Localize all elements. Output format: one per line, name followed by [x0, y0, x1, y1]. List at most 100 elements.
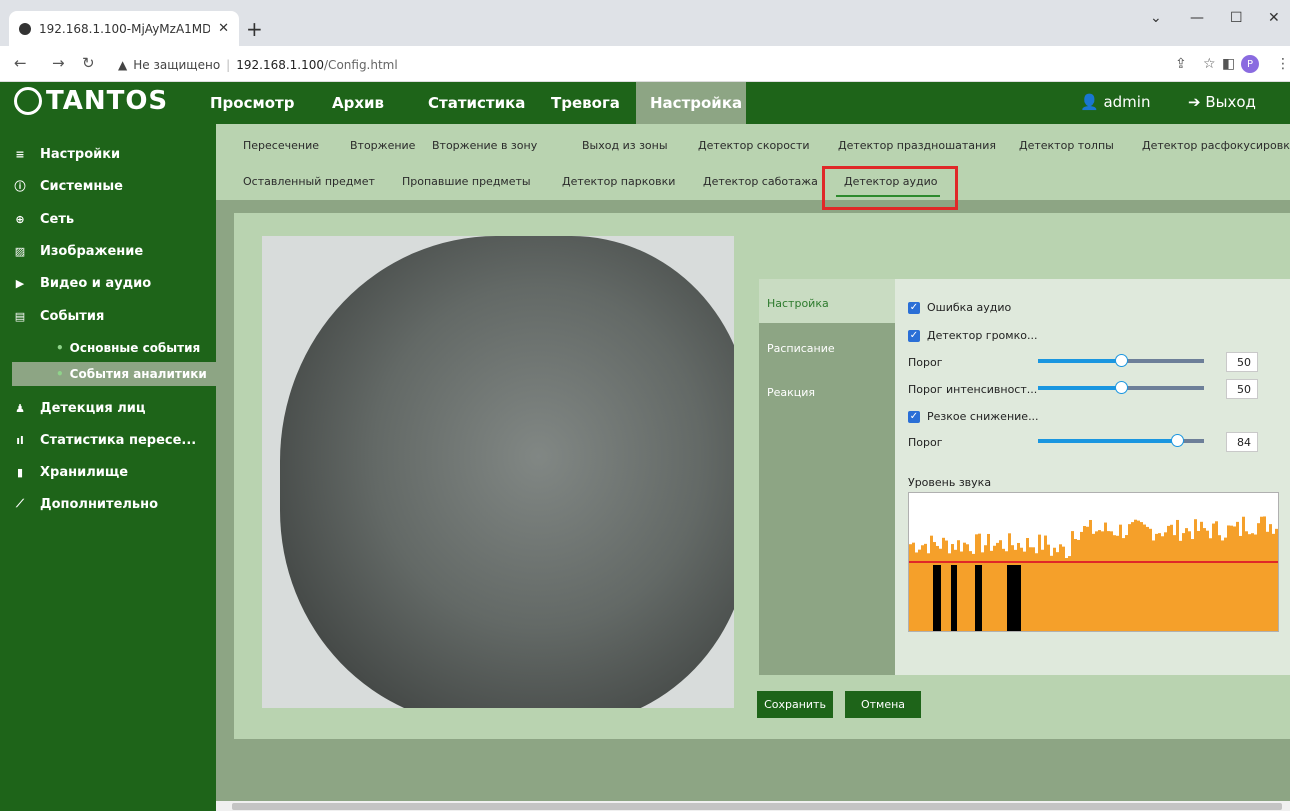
sidebar-item-video-audio[interactable]: ▶ Видео и аудио — [0, 268, 216, 298]
level-bar — [942, 537, 945, 631]
level-bar — [1122, 538, 1125, 631]
level-bar — [1074, 539, 1077, 631]
subnav-crowd[interactable]: Детектор толпы — [1019, 139, 1114, 152]
checkbox-label: Ошибка аудио — [927, 301, 1012, 314]
level-bar — [1077, 539, 1080, 631]
sidebar-item-statistics[interactable]: ıl Статистика пересе... — [0, 425, 216, 455]
tab-search-icon[interactable]: ⌄ — [1150, 10, 1162, 26]
horizontal-scrollbar[interactable] — [216, 801, 1290, 811]
back-icon[interactable]: ← — [14, 54, 27, 72]
menu-archive[interactable]: Архив — [318, 82, 398, 124]
sidebar-item-image[interactable]: ▨ Изображение — [0, 236, 216, 266]
level-bar — [1275, 528, 1278, 631]
checkbox-label: Резкое снижение... — [927, 410, 1039, 423]
level-bar — [963, 542, 966, 631]
subnav-crossing[interactable]: Пересечение — [243, 139, 319, 152]
menu-statistics[interactable]: Статистика — [414, 82, 539, 124]
bullet-icon: • — [56, 341, 64, 355]
save-button[interactable]: Сохранить — [757, 691, 833, 718]
sidebar-item-advanced[interactable]: ⟋ Дополнительно — [0, 489, 216, 519]
level-bar — [960, 551, 963, 631]
sidebar-sub-analytics-events[interactable]: • События аналитики — [12, 362, 216, 386]
subnav-defocus[interactable]: Детектор расфокусировки — [1142, 139, 1290, 152]
user-menu[interactable]: 👤 admin — [1080, 93, 1150, 111]
sidebar-sub-basic-events[interactable]: • Основные события — [0, 336, 216, 360]
subnav-left-object[interactable]: Оставленный предмет — [243, 175, 375, 188]
username: admin — [1103, 93, 1151, 111]
intensity-slider[interactable] — [1038, 381, 1204, 394]
close-tab-icon[interactable]: ✕ — [218, 21, 229, 36]
menu-alarm[interactable]: Тревога — [537, 82, 634, 124]
subnav-zone-exit[interactable]: Выход из зоны — [582, 139, 668, 152]
sidebar-item-label: Статистика пересе... — [40, 432, 197, 448]
slider-thumb[interactable] — [1115, 381, 1128, 394]
share-icon[interactable]: ⇪ — [1175, 56, 1187, 72]
subnav-parking[interactable]: Детектор парковки — [562, 175, 675, 188]
intensity-value[interactable]: 50 — [1226, 379, 1258, 399]
profile-avatar[interactable]: P — [1241, 55, 1259, 73]
url-host: 192.168.1.100 — [236, 58, 325, 72]
window-close-icon[interactable]: ✕ — [1268, 10, 1280, 26]
subnav-speed[interactable]: Детектор скорости — [698, 139, 810, 152]
level-bar — [1113, 535, 1116, 631]
forward-icon[interactable]: → — [52, 54, 65, 72]
scrollbar-thumb[interactable] — [232, 803, 1282, 810]
level-bar — [1254, 534, 1257, 631]
sidebar-item-network[interactable]: ⊕ Сеть — [0, 204, 216, 234]
level-bar — [1236, 521, 1239, 631]
cancel-button[interactable]: Отмена — [845, 691, 921, 718]
logout-button[interactable]: ➔ Выход — [1188, 93, 1256, 111]
fisheye-image — [280, 236, 734, 708]
subnav-sabotage[interactable]: Детектор саботажа — [703, 175, 818, 188]
tools-icon: ⟋ — [16, 497, 24, 510]
sidebar-item-label: Настройки — [40, 146, 121, 162]
level-bar — [1176, 519, 1179, 631]
level-bar — [1131, 522, 1134, 631]
sidebar-item-label: Дополнительно — [40, 496, 159, 512]
sharp-drop-checkbox[interactable]: ✓ Резкое снижение... — [908, 410, 1039, 423]
level-bar — [1263, 516, 1266, 631]
sidepanel-icon[interactable]: ◧ — [1222, 56, 1235, 72]
threshold-value[interactable]: 50 — [1226, 352, 1258, 372]
level-bar — [1137, 520, 1140, 631]
browser-tab[interactable]: 192.168.1.100-MjAyMzA1MDIxN ✕ — [9, 11, 239, 46]
tab-reaction[interactable]: Реакция — [759, 368, 895, 412]
bar-chart-icon: ıl — [16, 433, 24, 447]
audio-error-checkbox[interactable]: ✓ Ошибка аудио — [908, 301, 1011, 314]
sidebar-item-events[interactable]: ▤ События — [0, 301, 216, 331]
level-bar — [1197, 530, 1200, 631]
loudness-checkbox[interactable]: ✓ Детектор громко... — [908, 329, 1037, 342]
level-bar — [1266, 531, 1269, 631]
menu-settings[interactable]: Настройка — [636, 82, 746, 124]
subnav-loitering[interactable]: Детектор праздношатания — [838, 139, 996, 152]
maximize-icon[interactable]: ☐ — [1230, 10, 1243, 26]
threshold-slider[interactable] — [1038, 354, 1204, 367]
new-tab-button[interactable]: + — [246, 17, 263, 41]
threshold2-slider[interactable] — [1038, 434, 1204, 447]
slider-thumb[interactable] — [1115, 354, 1128, 367]
subnav-missing-objects[interactable]: Пропавшие предметы — [402, 175, 531, 188]
sidebar-item-face-detection[interactable]: ♟ Детекция лиц — [0, 393, 216, 423]
threshold2-value[interactable]: 84 — [1226, 432, 1258, 452]
level-bar — [909, 544, 912, 631]
level-bar — [966, 544, 969, 631]
browser-menu-icon[interactable]: ⋮ — [1276, 56, 1290, 72]
subnav-zone-intrusion[interactable]: Вторжение в зону — [432, 139, 537, 152]
level-bar — [1134, 519, 1137, 631]
threshold2-label: Порог — [908, 436, 943, 449]
level-bar — [1260, 516, 1263, 631]
tantos-logo: TANTOS — [14, 86, 168, 116]
url-field[interactable]: ▲ Не защищено | 192.168.1.100/Config.htm… — [118, 52, 1178, 78]
sidebar-item-storage[interactable]: ▮ Хранилище — [0, 457, 216, 487]
sidebar-item-system[interactable]: ⓘ Системные — [0, 171, 216, 201]
sidebar-item-settings[interactable]: ≡ Настройки — [0, 139, 216, 169]
menu-view[interactable]: Просмотр — [196, 82, 309, 124]
reload-icon[interactable]: ↻ — [82, 54, 95, 72]
url-separator: | — [226, 58, 231, 72]
minimize-icon[interactable]: — — [1190, 10, 1204, 26]
tab-schedule[interactable]: Расписание — [759, 324, 895, 368]
subnav-intrusion[interactable]: Вторжение — [350, 139, 415, 152]
tab-setup[interactable]: Настройка — [759, 279, 895, 323]
silence-bar — [1007, 565, 1021, 631]
bookmark-star-icon[interactable]: ☆ — [1203, 56, 1216, 72]
